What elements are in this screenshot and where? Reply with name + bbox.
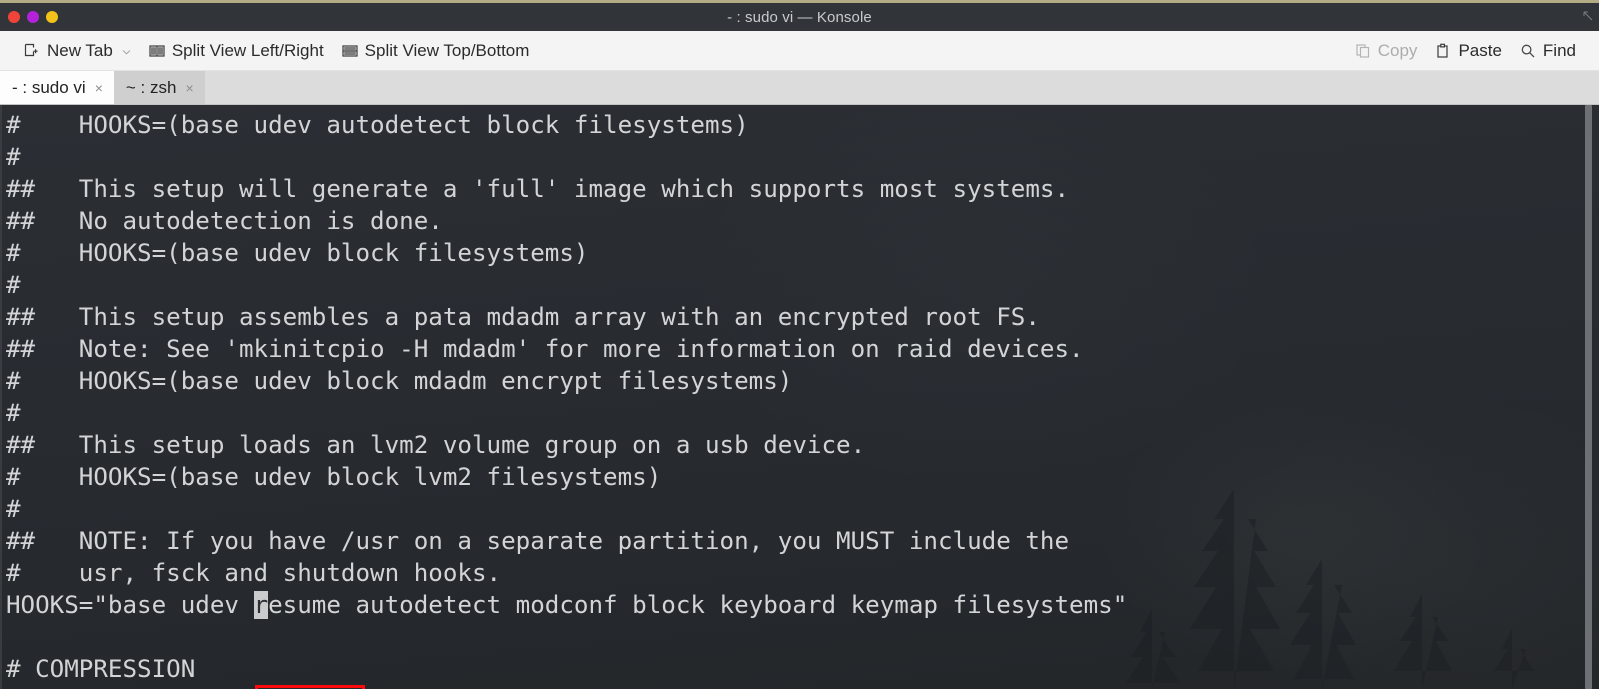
window-controls xyxy=(8,3,58,31)
vertical-scrollbar[interactable] xyxy=(1585,105,1592,689)
tab-label: ~ : zsh xyxy=(125,77,177,97)
tab-sudo-vi[interactable]: - : sudo vi × xyxy=(0,71,114,104)
new-tab-button[interactable]: New Tab xyxy=(14,36,140,65)
toolbar-right-group: Copy Paste Find xyxy=(1346,37,1585,65)
tab-close-icon[interactable]: × xyxy=(183,80,195,96)
close-button[interactable] xyxy=(8,11,20,23)
copy-button: Copy xyxy=(1346,37,1427,65)
tab-zsh[interactable]: ~ : zsh × xyxy=(113,71,205,104)
split-view-left-right-label: Split View Left/Right xyxy=(171,40,324,60)
hooks-prefix: HOOKS="base udev xyxy=(6,591,254,619)
minimize-button[interactable] xyxy=(27,11,39,23)
split-left-right-icon xyxy=(149,44,165,58)
terminal-lines-after: # COMPRESSION xyxy=(6,655,196,683)
paste-icon xyxy=(1435,43,1451,59)
terminal-view[interactable]: # HOOKS=(base udev autodetect block file… xyxy=(0,105,1599,689)
scrollbar-thumb[interactable] xyxy=(1585,105,1592,689)
paste-label: Paste xyxy=(1458,40,1502,60)
terminal-text: # HOOKS=(base udev autodetect block file… xyxy=(2,105,1599,685)
split-view-top-bottom-label: Split View Top/Bottom xyxy=(364,40,530,60)
resize-grip-icon xyxy=(1583,11,1593,21)
main-toolbar: New Tab Split View Left/Right Split View… xyxy=(0,31,1599,71)
window-title: - : sudo vi — Konsole xyxy=(727,8,872,26)
konsole-window: - : sudo vi — Konsole New Tab Split View… xyxy=(0,3,1599,689)
chevron-down-icon[interactable] xyxy=(122,40,131,60)
find-button[interactable]: Find xyxy=(1511,37,1585,65)
hooks-suffix: esume autodetect modconf block keyboard … xyxy=(268,591,1128,619)
split-top-bottom-icon xyxy=(342,44,358,58)
tab-bar: - : sudo vi × ~ : zsh × xyxy=(0,71,1599,105)
search-icon xyxy=(1520,43,1536,59)
tab-close-icon[interactable]: × xyxy=(93,80,105,96)
toolbar-left-group: New Tab Split View Left/Right Split View… xyxy=(14,36,538,65)
copy-label: Copy xyxy=(1377,40,1418,60)
window-titlebar: - : sudo vi — Konsole xyxy=(0,3,1599,31)
terminal-lines-before: # HOOKS=(base udev autodetect block file… xyxy=(6,111,1084,587)
new-tab-icon xyxy=(23,42,40,59)
maximize-button[interactable] xyxy=(46,11,58,23)
tab-label: - : sudo vi xyxy=(12,77,86,97)
new-tab-label: New Tab xyxy=(47,40,113,60)
find-label: Find xyxy=(1542,40,1576,60)
paste-button[interactable]: Paste xyxy=(1426,37,1510,65)
text-cursor: r xyxy=(253,591,269,619)
split-view-top-bottom-button[interactable]: Split View Top/Bottom xyxy=(333,37,539,65)
split-view-left-right-button[interactable]: Split View Left/Right xyxy=(140,37,333,65)
copy-icon xyxy=(1355,43,1371,59)
